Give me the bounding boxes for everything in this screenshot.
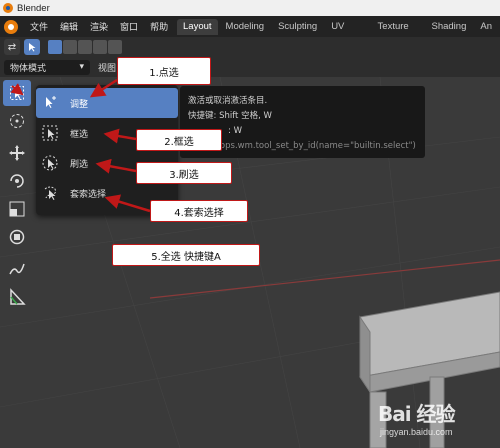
menu-render[interactable]: 渲染 [84, 20, 114, 33]
tab-uv-editing[interactable]: UV Editing [325, 19, 369, 48]
watermark-url: jingyan.baidu.com [380, 427, 453, 437]
callout-box-select: 2.框选 [136, 129, 222, 151]
callout-select-all: 5.全选 快捷键A [112, 244, 260, 266]
tab-animation[interactable]: An [474, 19, 498, 35]
scale-tool[interactable] [3, 196, 31, 222]
mode-subtract-icon[interactable] [78, 40, 92, 54]
tab-sculpting[interactable]: Sculpting [272, 19, 323, 35]
tab-modeling[interactable]: Modeling [220, 19, 271, 35]
flyout-item-label: 套索选择 [70, 189, 107, 200]
menu-bar: 文件 编辑 渲染 窗口 帮助 Layout Modeling Sculpting… [0, 16, 500, 48]
transform-icon [9, 229, 25, 245]
watermark-logo: Bai 经验 [378, 402, 456, 426]
flyout-item-label: 刷选 [70, 159, 89, 170]
tooltip-shortcut-2: : W [228, 126, 242, 136]
object-mode-dropdown[interactable]: 物体模式 ▾ [4, 59, 90, 75]
annotate-tool[interactable] [3, 256, 31, 282]
select-box-icon [10, 86, 24, 100]
callout-click-select: 1.点选 [117, 57, 211, 85]
blender-menu-icon[interactable] [4, 19, 18, 34]
tooltip-shortcut: 快捷键: Shift 空格, W [188, 111, 272, 121]
transform-pivot-icon[interactable]: ⇄ [4, 39, 20, 55]
blender-logo-icon [3, 3, 13, 13]
tab-texture-paint[interactable]: Texture Paint [372, 19, 424, 48]
measure-tool[interactable] [3, 284, 31, 310]
selection-mode-buttons [48, 40, 123, 54]
tooltip-python: py.ops.wm.tool_set_by_id(name="builtin.s… [208, 141, 416, 151]
tool-header: ⇄ [0, 37, 500, 57]
cursor-tool[interactable] [3, 108, 31, 134]
move-icon [9, 145, 25, 161]
mode-invert-icon[interactable] [93, 40, 107, 54]
scale-icon [9, 201, 25, 217]
viewport-header: 物体模式 ▾ 视图 [0, 57, 500, 77]
callout-brush-select: 3.刷选 [136, 162, 232, 184]
menu-help[interactable]: 帮助 [144, 20, 174, 33]
measure-icon [10, 288, 26, 305]
tooltip-description: 激活或取消激活条目. [188, 96, 268, 106]
lasso-select-icon [42, 185, 58, 201]
left-toolbar [3, 80, 35, 312]
select-tool-icon[interactable] [24, 39, 40, 55]
mode-extend-icon[interactable] [63, 40, 77, 54]
menu-edit[interactable]: 编辑 [54, 20, 84, 33]
title-bar: Blender [0, 0, 500, 16]
callout-lasso-select: 4.套索选择 [150, 200, 248, 222]
select-box-tool[interactable] [3, 80, 31, 106]
menu-file[interactable]: 文件 [24, 20, 54, 33]
rotate-icon [10, 174, 24, 188]
tweak-icon [42, 95, 58, 111]
mode-set-icon[interactable] [48, 40, 62, 54]
flyout-item-tweak[interactable]: 调整 [36, 88, 178, 118]
baidu-watermark: Bai 经验 jingyan.baidu.com [360, 398, 500, 446]
move-tool[interactable] [3, 140, 31, 166]
rotate-tool[interactable] [3, 168, 31, 194]
cursor-icon [10, 114, 24, 128]
flyout-item-label: 调整 [70, 99, 89, 110]
tab-layout[interactable]: Layout [177, 19, 218, 35]
flyout-item-label: 框选 [70, 129, 89, 140]
circle-select-icon [42, 155, 58, 171]
box-select-icon [42, 125, 58, 141]
transform-tool[interactable] [3, 224, 31, 250]
annotate-icon [9, 263, 25, 275]
workspace-tabs: Layout Modeling Sculpting UV Editing Tex… [177, 19, 500, 48]
view-menu[interactable]: 视图 [98, 61, 116, 74]
chevron-down-icon: ▾ [79, 62, 84, 72]
tab-shading[interactable]: Shading [426, 19, 473, 35]
mode-intersect-icon[interactable] [108, 40, 122, 54]
window-title: Blender [17, 2, 50, 14]
object-mode-label: 物体模式 [10, 63, 47, 74]
menu-window[interactable]: 窗口 [114, 20, 144, 33]
